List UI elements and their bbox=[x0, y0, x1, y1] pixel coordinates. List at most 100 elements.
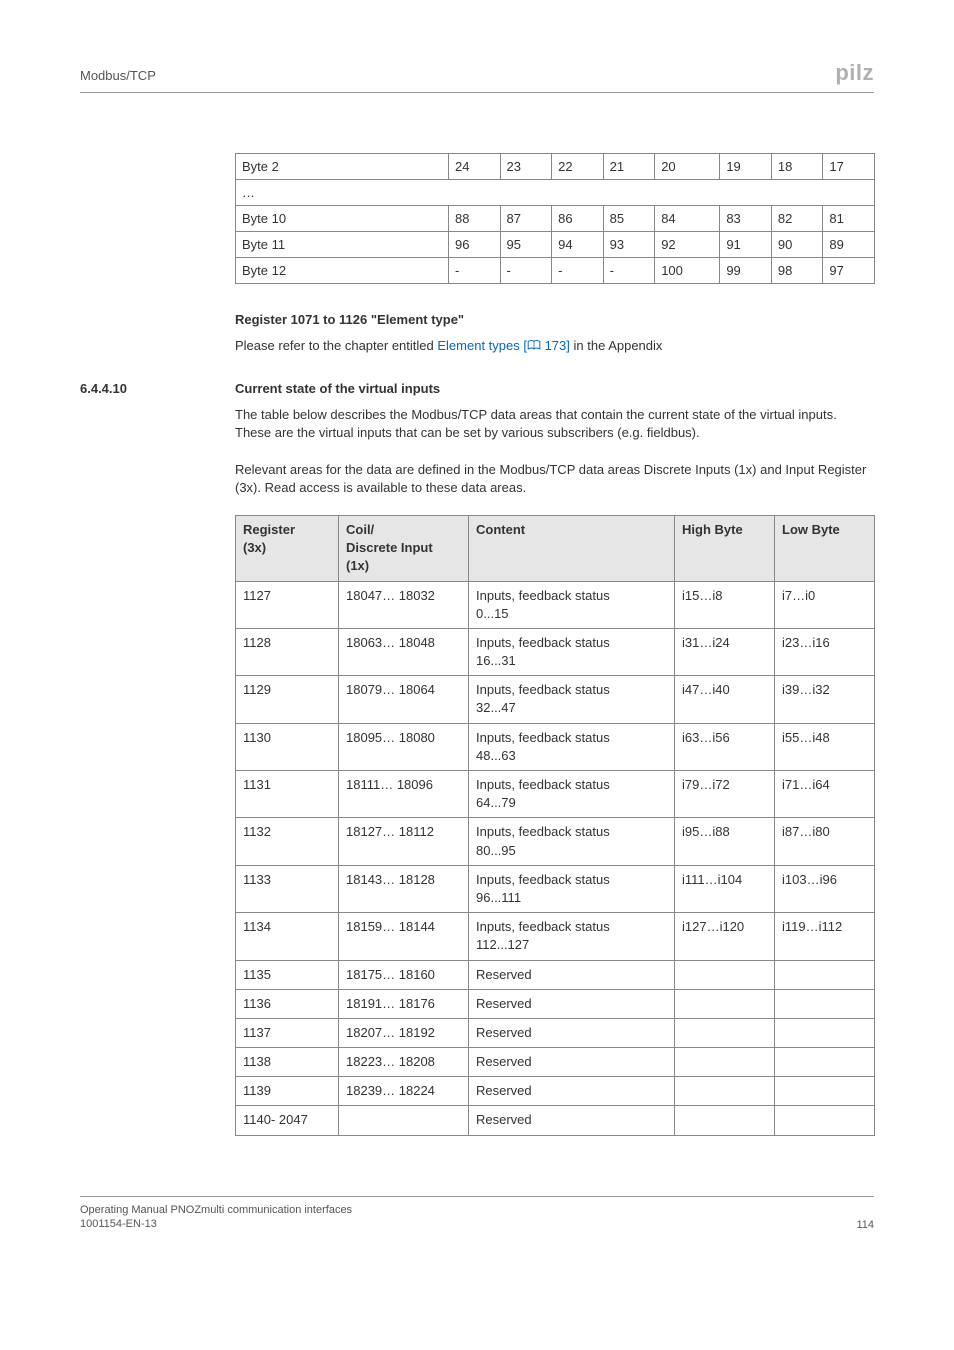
table-row: Byte 22423222120191817 bbox=[236, 154, 875, 180]
cell-coil: 18047… 18032 bbox=[339, 581, 469, 628]
bit-cell: 83 bbox=[720, 206, 772, 232]
table-row: … bbox=[236, 180, 875, 206]
text: in the Appendix bbox=[570, 338, 663, 353]
bit-cell: 84 bbox=[655, 206, 720, 232]
bit-cell: 17 bbox=[823, 154, 875, 180]
bit-cell: 98 bbox=[771, 258, 823, 284]
heading-register-element-type: Register 1071 to 1126 "Element type" bbox=[235, 312, 874, 327]
book-icon bbox=[527, 340, 541, 351]
cell-high-byte bbox=[675, 1106, 775, 1135]
bit-cell: 18 bbox=[771, 154, 823, 180]
cell-low-byte bbox=[775, 1048, 875, 1077]
cell-low-byte: i23…i16 bbox=[775, 628, 875, 675]
cell-content: Reserved bbox=[469, 1077, 675, 1106]
table-row: 113518175… 18160Reserved bbox=[236, 960, 875, 989]
cell-register: 1130 bbox=[236, 723, 339, 770]
bit-cell: 92 bbox=[655, 232, 720, 258]
footer-doc-id: 1001154-EN-13 bbox=[80, 1218, 157, 1230]
cell-high-byte: i63…i56 bbox=[675, 723, 775, 770]
cell-coil: 18207… 18192 bbox=[339, 1018, 469, 1047]
cell-high-byte: i47…i40 bbox=[675, 676, 775, 723]
cell-high-byte bbox=[675, 1048, 775, 1077]
cell-coil: 18079… 18064 bbox=[339, 676, 469, 723]
cell-content: Inputs, feedback status16...31 bbox=[469, 628, 675, 675]
page-footer: Operating Manual PNOZmulti communication… bbox=[80, 1196, 874, 1232]
table-row: 113618191… 18176Reserved bbox=[236, 989, 875, 1018]
cell-coil: 18223… 18208 bbox=[339, 1048, 469, 1077]
bit-cell: 94 bbox=[552, 232, 604, 258]
header-section: Modbus/TCP bbox=[80, 68, 156, 83]
paragraph-element-types-ref: Please refer to the chapter entitled Ele… bbox=[235, 337, 874, 355]
bit-cell: 89 bbox=[823, 232, 875, 258]
cell-coil: 18175… 18160 bbox=[339, 960, 469, 989]
cell-high-byte bbox=[675, 1018, 775, 1047]
cell-high-byte: i95…i88 bbox=[675, 818, 775, 865]
cell-content: Reserved bbox=[469, 1106, 675, 1135]
cell-coil: 18143… 18128 bbox=[339, 865, 469, 912]
ellipsis-cell: … bbox=[236, 180, 875, 206]
row-label: Byte 10 bbox=[236, 206, 449, 232]
table-row: 112818063… 18048Inputs, feedback status1… bbox=[236, 628, 875, 675]
cell-low-byte: i7…i0 bbox=[775, 581, 875, 628]
table-row: Byte 119695949392919089 bbox=[236, 232, 875, 258]
table-row: 112918079… 18064Inputs, feedback status3… bbox=[236, 676, 875, 723]
cell-low-byte bbox=[775, 1106, 875, 1135]
cell-coil: 18239… 18224 bbox=[339, 1077, 469, 1106]
cell-low-byte bbox=[775, 1077, 875, 1106]
table-row: 113018095… 18080Inputs, feedback status4… bbox=[236, 723, 875, 770]
cell-content: Inputs, feedback status48...63 bbox=[469, 723, 675, 770]
cell-content: Reserved bbox=[469, 1048, 675, 1077]
cell-content: Inputs, feedback status64...79 bbox=[469, 771, 675, 818]
cell-register: 1132 bbox=[236, 818, 339, 865]
cell-coil: 18159… 18144 bbox=[339, 913, 469, 960]
table-row: 113818223… 18208Reserved bbox=[236, 1048, 875, 1077]
row-label: Byte 2 bbox=[236, 154, 449, 180]
cell-low-byte: i39…i32 bbox=[775, 676, 875, 723]
cell-coil: 18095… 18080 bbox=[339, 723, 469, 770]
subsection-number: 6.4.4.10 bbox=[80, 381, 235, 396]
cell-register: 1129 bbox=[236, 676, 339, 723]
cell-register: 1138 bbox=[236, 1048, 339, 1077]
cell-content: Reserved bbox=[469, 989, 675, 1018]
col-header-register: Register (3x) bbox=[236, 515, 339, 581]
table-row: Byte 12----100999897 bbox=[236, 258, 875, 284]
cell-content: Reserved bbox=[469, 960, 675, 989]
col-header-content: Content bbox=[469, 515, 675, 581]
cell-content: Inputs, feedback status96...111 bbox=[469, 865, 675, 912]
bit-cell: 87 bbox=[500, 206, 552, 232]
col-header-low-byte: Low Byte bbox=[775, 515, 875, 581]
cell-low-byte: i119…i112 bbox=[775, 913, 875, 960]
cell-high-byte bbox=[675, 989, 775, 1018]
cell-coil bbox=[339, 1106, 469, 1135]
bit-cell: 99 bbox=[720, 258, 772, 284]
cell-low-byte: i87…i80 bbox=[775, 818, 875, 865]
link-element-types[interactable]: Element types [ 173] bbox=[437, 338, 570, 353]
cell-high-byte: i79…i72 bbox=[675, 771, 775, 818]
cell-coil: 18127… 18112 bbox=[339, 818, 469, 865]
cell-high-byte: i31…i24 bbox=[675, 628, 775, 675]
cell-content: Inputs, feedback status32...47 bbox=[469, 676, 675, 723]
byte-bit-table: Byte 22423222120191817…Byte 108887868584… bbox=[235, 153, 875, 284]
footer-page-number: 114 bbox=[856, 1219, 874, 1231]
text: Please refer to the chapter entitled bbox=[235, 338, 437, 353]
brand-logo: pilz bbox=[835, 60, 874, 86]
col-header-high-byte: High Byte bbox=[675, 515, 775, 581]
bit-cell: - bbox=[449, 258, 501, 284]
cell-high-byte: i127…i120 bbox=[675, 913, 775, 960]
cell-coil: 18063… 18048 bbox=[339, 628, 469, 675]
cell-register: 1136 bbox=[236, 989, 339, 1018]
bit-cell: 21 bbox=[603, 154, 655, 180]
footer-manual-title: Operating Manual PNOZmulti communication… bbox=[80, 1204, 352, 1216]
bit-cell: 24 bbox=[449, 154, 501, 180]
bit-cell: 82 bbox=[771, 206, 823, 232]
bit-cell: 86 bbox=[552, 206, 604, 232]
bit-cell: 81 bbox=[823, 206, 875, 232]
cell-register: 1137 bbox=[236, 1018, 339, 1047]
table-row: 113418159… 18144Inputs, feedback status1… bbox=[236, 913, 875, 960]
cell-high-byte bbox=[675, 960, 775, 989]
cell-low-byte bbox=[775, 989, 875, 1018]
table-row: 113118111… 18096Inputs, feedback status6… bbox=[236, 771, 875, 818]
col-header-coil: Coil/ Discrete Input (1x) bbox=[339, 515, 469, 581]
cell-register: 1134 bbox=[236, 913, 339, 960]
cell-register: 1128 bbox=[236, 628, 339, 675]
